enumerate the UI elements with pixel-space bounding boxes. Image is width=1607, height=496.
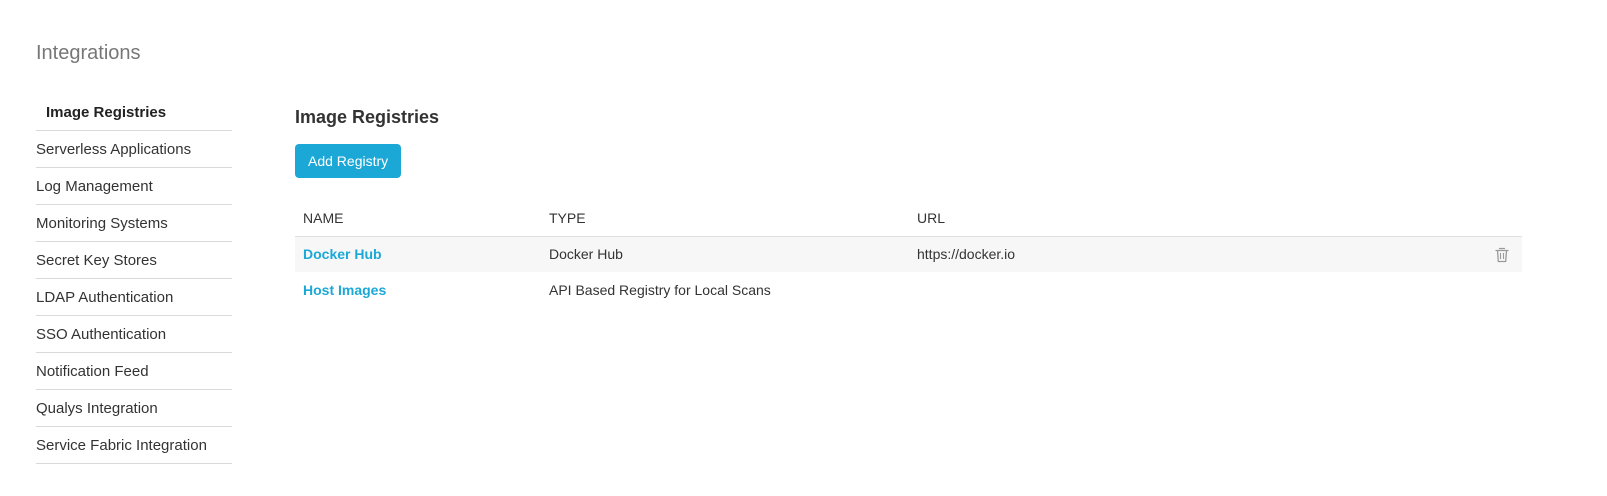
sidebar-item-sso-authentication[interactable]: SSO Authentication xyxy=(36,316,232,353)
sidebar-item-secret-key-stores[interactable]: Secret Key Stores xyxy=(36,242,232,279)
column-header-actions xyxy=(1482,200,1522,237)
column-header-type[interactable]: TYPE xyxy=(541,200,909,237)
registry-url-cell: https://docker.io xyxy=(909,236,1482,272)
sidebar-item-log-management[interactable]: Log Management xyxy=(36,168,232,205)
table-row: Docker Hub Docker Hub https://docker.io xyxy=(295,236,1522,272)
registry-name-link[interactable]: Docker Hub xyxy=(303,246,382,262)
sidebar-item-monitoring-systems[interactable]: Monitoring Systems xyxy=(36,205,232,242)
add-registry-button[interactable]: Add Registry xyxy=(295,144,402,178)
section-title: Image Registries xyxy=(295,107,440,127)
column-header-name[interactable]: NAME xyxy=(295,200,541,237)
table-row: Host Images API Based Registry for Local… xyxy=(295,272,1522,308)
sidebar-item-serverless-applications[interactable]: Serverless Applications xyxy=(36,131,232,168)
sidebar-item-qualys-integration[interactable]: Qualys Integration xyxy=(36,390,232,427)
table-header-row: NAME TYPE URL xyxy=(295,200,1522,237)
column-header-url[interactable]: URL xyxy=(909,200,1482,237)
registry-type-cell: API Based Registry for Local Scans xyxy=(549,282,771,298)
integrations-page: Integrations Image Registries Serverless… xyxy=(0,0,1607,496)
registry-table: NAME TYPE URL Docker Hub Docker Hub http… xyxy=(295,200,1522,308)
trash-icon[interactable] xyxy=(1495,247,1509,263)
integrations-sidebar: Image Registries Serverless Applications… xyxy=(36,94,232,464)
registry-name-link[interactable]: Host Images xyxy=(303,282,386,298)
sidebar-item-image-registries[interactable]: Image Registries xyxy=(36,94,232,131)
sidebar-item-notification-feed[interactable]: Notification Feed xyxy=(36,353,232,390)
registry-url-cell xyxy=(909,272,1482,308)
registry-type-cell: Docker Hub xyxy=(541,236,909,272)
sidebar-item-ldap-authentication[interactable]: LDAP Authentication xyxy=(36,279,232,316)
main-content: Image Registries Add Registry NAME TYPE … xyxy=(295,94,1522,308)
sidebar-item-service-fabric-integration[interactable]: Service Fabric Integration xyxy=(36,427,232,464)
page-title: Integrations xyxy=(36,42,141,64)
